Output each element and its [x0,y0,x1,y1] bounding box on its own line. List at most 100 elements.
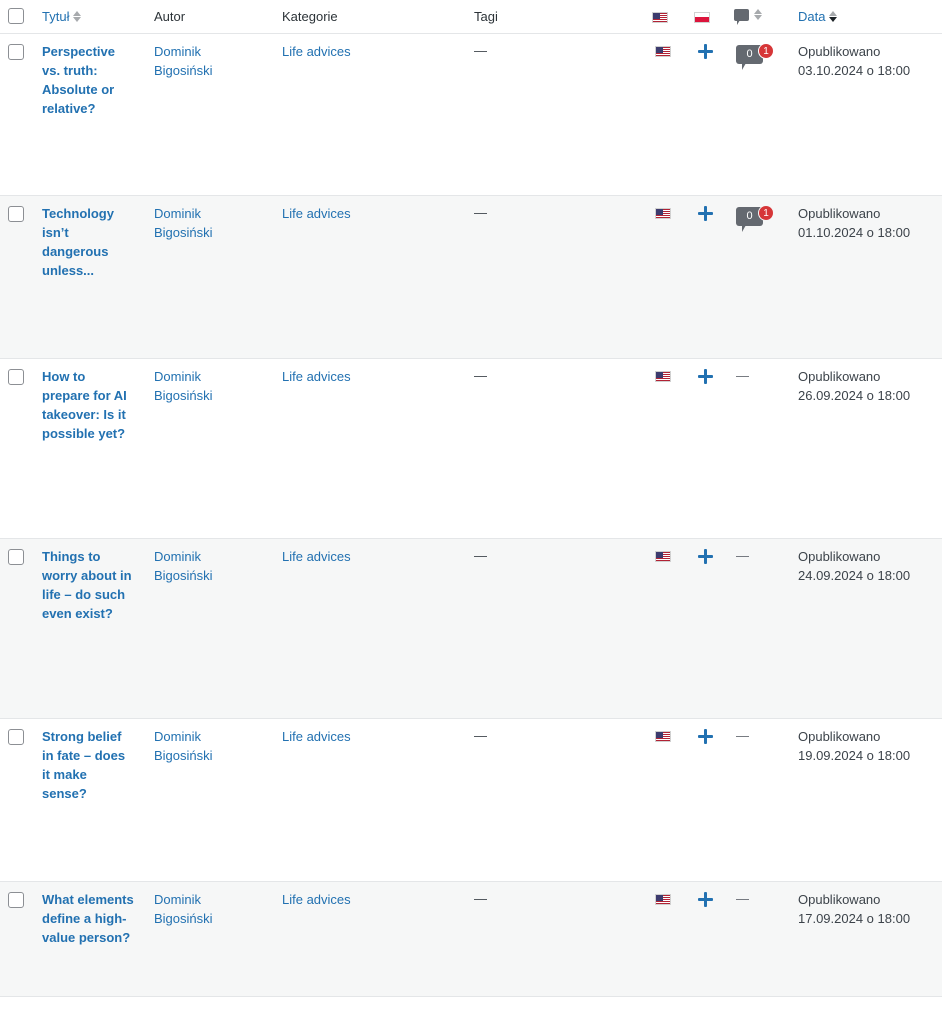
post-lang-pl-cell[interactable] [684,195,726,359]
english-flag-icon[interactable] [655,46,671,58]
add-translation-plus-icon[interactable] [697,729,713,745]
english-flag-icon[interactable] [655,731,671,743]
row-checkbox[interactable] [8,206,24,222]
post-author-link[interactable]: Dominik Bigosiński [154,548,262,586]
post-category-cell: Life advices [272,718,464,882]
post-category-link[interactable]: Life advices [282,548,454,567]
english-flag-icon[interactable] [655,894,671,906]
sort-arrows-date-icon[interactable] [829,10,838,22]
english-flag-icon[interactable] [655,551,671,563]
table-row[interactable]: How to prepare for AI takeover: Is it po… [0,358,942,539]
post-title-cell: Technology isn’t dangerous unless... [32,195,144,359]
post-lang-en-cell[interactable] [642,538,684,719]
row-checkbox[interactable] [8,729,24,745]
column-header-comments[interactable] [726,0,788,34]
post-author-cell: Dominik Bigosiński [144,538,272,719]
comment-count-bubble[interactable]: 0 1 [736,43,780,71]
post-category-cell: Life advices [272,881,464,997]
sort-comments-link[interactable] [734,8,762,25]
post-tags-value: — [474,728,487,743]
sort-title-link[interactable]: Tytuł [42,8,82,24]
post-title-link[interactable]: What elements define a high-value person… [42,891,134,948]
post-author-cell: Dominik Bigosiński [144,195,272,359]
row-select-cell[interactable] [0,538,32,719]
post-tags-value: — [474,891,487,906]
post-lang-pl-cell[interactable] [684,358,726,539]
post-lang-en-cell[interactable] [642,195,684,359]
post-title-link[interactable]: Perspective vs. truth: Absolute or relat… [42,43,134,118]
row-checkbox[interactable] [8,369,24,385]
column-header-date[interactable]: Data [788,0,942,34]
add-translation-plus-icon[interactable] [697,44,713,60]
post-date-cell: Opublikowano 03.10.2024 o 18:00 [788,33,942,196]
post-date-value: 01.10.2024 o 18:00 [798,224,911,240]
row-select-cell[interactable] [0,358,32,539]
header-row: Tytuł Autor Kategorie Tagi Data [0,0,942,34]
post-status-label: Opublikowano [798,44,881,59]
post-lang-en-cell[interactable] [642,358,684,539]
post-lang-en-cell[interactable] [642,33,684,196]
post-author-link[interactable]: Dominik Bigosiński [154,43,262,81]
comment-bubble-icon [734,8,749,25]
post-comments-cell: — [726,718,788,882]
post-author-link[interactable]: Dominik Bigosiński [154,205,262,243]
english-flag-icon[interactable] [655,371,671,383]
post-status-label: Opublikowano [798,892,881,907]
row-select-cell[interactable] [0,33,32,196]
post-category-link[interactable]: Life advices [282,43,454,62]
post-lang-en-cell[interactable] [642,881,684,997]
post-author-link[interactable]: Dominik Bigosiński [154,368,262,406]
column-header-title[interactable]: Tytuł [32,0,144,34]
sort-arrows-comments-icon[interactable] [754,9,762,20]
table-row[interactable]: Strong belief in fate – does it make sen… [0,718,942,882]
table-row[interactable]: Perspective vs. truth: Absolute or relat… [0,33,942,196]
post-tags-value: — [474,368,487,383]
row-select-cell[interactable] [0,718,32,882]
post-category-link[interactable]: Life advices [282,368,454,387]
table-header: Tytuł Autor Kategorie Tagi Data [0,0,942,34]
post-lang-pl-cell[interactable] [684,718,726,882]
post-title-link[interactable]: Strong belief in fate – does it make sen… [42,728,134,803]
post-comments-cell: 0 1 [726,195,788,359]
column-header-title-label: Tytuł [42,8,70,24]
add-translation-plus-icon[interactable] [697,206,713,222]
post-lang-pl-cell[interactable] [684,538,726,719]
post-date-value: 03.10.2024 o 18:00 [798,62,911,78]
row-checkbox[interactable] [8,549,24,565]
row-select-cell[interactable] [0,881,32,997]
sort-date-link[interactable]: Data [798,9,838,24]
post-author-link[interactable]: Dominik Bigosiński [154,728,262,766]
post-lang-pl-cell[interactable] [684,33,726,196]
add-translation-plus-icon[interactable] [697,892,713,908]
post-category-link[interactable]: Life advices [282,728,454,747]
row-checkbox[interactable] [8,892,24,908]
post-title-link[interactable]: Technology isn’t dangerous unless... [42,205,134,280]
post-category-link[interactable]: Life advices [282,891,454,910]
sort-arrows-title-icon[interactable] [73,10,82,22]
post-title-cell: Perspective vs. truth: Absolute or relat… [32,33,144,196]
comment-count-bubble[interactable]: 0 1 [736,205,780,233]
post-comments-cell: 0 1 [726,33,788,196]
row-checkbox[interactable] [8,44,24,60]
table-body: Perspective vs. truth: Absolute or relat… [0,33,942,997]
post-status-label: Opublikowano [798,369,881,384]
post-tags-cell: — [464,538,642,719]
post-lang-en-cell[interactable] [642,718,684,882]
post-title-link[interactable]: How to prepare for AI takeover: Is it po… [42,368,134,443]
post-author-link[interactable]: Dominik Bigosiński [154,891,262,929]
add-translation-plus-icon[interactable] [697,369,713,385]
post-lang-pl-cell[interactable] [684,881,726,997]
table-row[interactable]: What elements define a high-value person… [0,881,942,997]
table-row[interactable]: Technology isn’t dangerous unless... Dom… [0,195,942,359]
row-select-cell[interactable] [0,195,32,359]
select-all-header[interactable] [0,0,32,34]
english-flag-icon [652,11,668,23]
select-all-checkbox[interactable] [8,8,24,24]
english-flag-icon[interactable] [655,208,671,220]
add-translation-plus-icon[interactable] [697,549,713,565]
column-header-lang-pl [684,0,726,34]
table-row[interactable]: Things to worry about in life – do such … [0,538,942,719]
post-category-link[interactable]: Life advices [282,205,454,224]
post-title-link[interactable]: Things to worry about in life – do such … [42,548,134,623]
post-tags-cell: — [464,881,642,997]
